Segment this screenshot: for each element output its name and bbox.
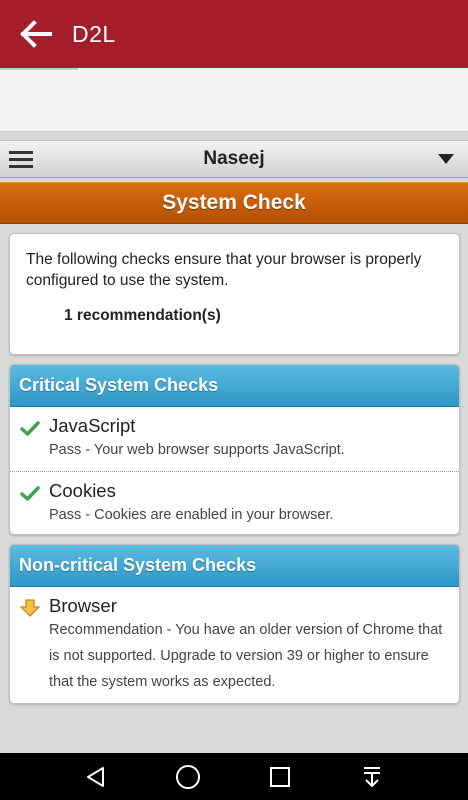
system-nav-bar xyxy=(0,753,468,800)
home-circle-icon xyxy=(176,764,200,789)
recents-square-icon xyxy=(270,766,290,787)
check-row-cookies: Cookies Pass - Cookies are enabled in yo… xyxy=(10,472,459,528)
caret-down-icon[interactable] xyxy=(424,154,468,164)
app-title: D2L xyxy=(72,20,116,47)
noncritical-checks-card: Non-critical System Checks Browser Recom… xyxy=(9,544,460,704)
recommendation-count: 1 recommendation(s) xyxy=(64,307,221,324)
arrow-left-icon xyxy=(20,20,52,48)
arrow-down-icon xyxy=(20,599,40,617)
critical-checks-heading: Critical System Checks xyxy=(19,375,219,395)
org-selector[interactable]: Naseej xyxy=(0,140,468,178)
check-row-javascript: JavaScript Pass - Your web browser suppo… xyxy=(10,407,459,471)
blank-header-area xyxy=(0,68,468,132)
critical-checks-header: Critical System Checks xyxy=(10,365,459,407)
nav-recents-button[interactable] xyxy=(258,757,302,797)
back-triangle-icon xyxy=(87,766,104,787)
check-name: JavaScript xyxy=(49,415,136,436)
noncritical-checks-header: Non-critical System Checks xyxy=(10,545,459,587)
page-title-banner: System Check xyxy=(0,182,468,224)
checkmark-icon xyxy=(20,421,40,436)
nav-back-button[interactable] xyxy=(74,757,118,797)
check-description: Pass - Your web browser supports JavaScr… xyxy=(49,442,345,458)
check-description: Pass - Cookies are enabled in your brows… xyxy=(49,507,334,523)
check-name: Cookies xyxy=(49,480,116,501)
page-title: System Check xyxy=(162,191,306,214)
app-bar: D2L xyxy=(0,0,468,68)
check-name: Browser xyxy=(49,595,117,616)
critical-checks-card: Critical System Checks JavaScript Pass -… xyxy=(9,364,460,535)
check-description: Recommendation - You have an older versi… xyxy=(49,622,443,690)
check-row-browser: Browser Recommendation - You have an old… xyxy=(10,587,459,695)
back-button[interactable] xyxy=(0,0,72,68)
noncritical-checks-heading: Non-critical System Checks xyxy=(19,555,257,575)
hamburger-icon[interactable] xyxy=(0,140,44,178)
org-selector-title: Naseej xyxy=(203,148,265,169)
intro-text: The following checks ensure that your br… xyxy=(26,251,422,289)
nav-home-button[interactable] xyxy=(166,757,210,797)
download-icon xyxy=(364,766,380,787)
intro-card: The following checks ensure that your br… xyxy=(9,233,460,355)
checkmark-icon xyxy=(20,486,40,501)
header-divider-stub xyxy=(0,68,78,70)
nav-download-button[interactable] xyxy=(350,757,394,797)
